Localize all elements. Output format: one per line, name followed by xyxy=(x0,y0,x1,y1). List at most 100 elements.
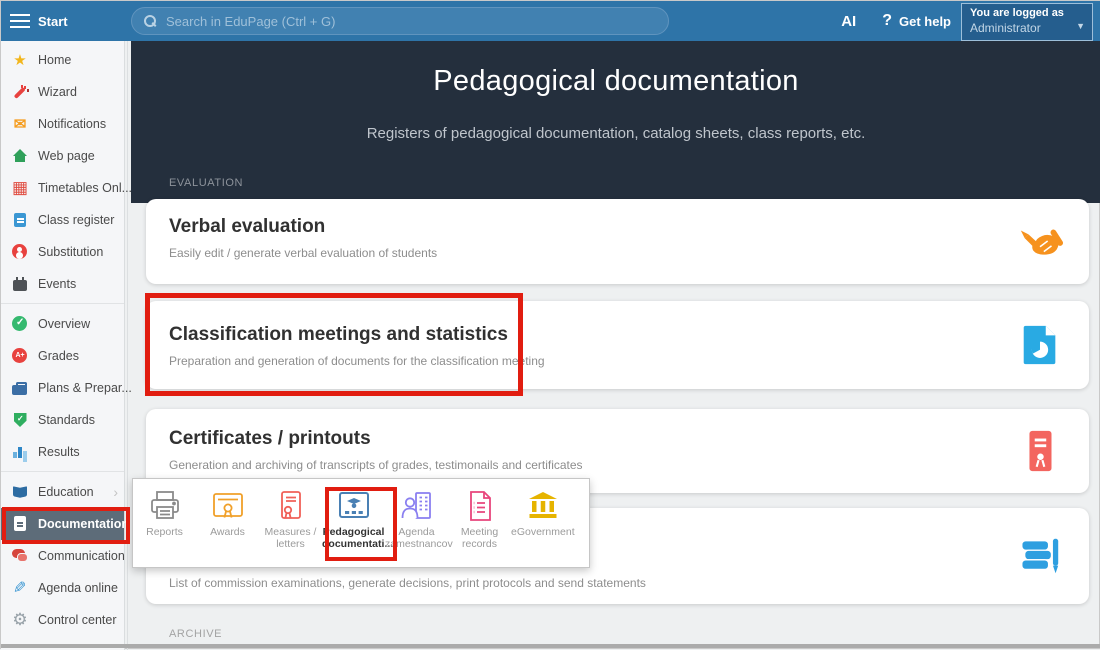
popup-item-awards[interactable]: Awards xyxy=(196,488,259,567)
section-label-evaluation: EVALUATION xyxy=(169,177,243,189)
chevron-right-icon: › xyxy=(113,485,118,499)
check-circle-icon xyxy=(11,315,29,333)
sidebar-item-substitution[interactable]: Substitution xyxy=(1,236,124,268)
get-help-button[interactable]: ? Get help xyxy=(882,12,951,30)
hamburger-menu-icon[interactable] xyxy=(10,14,30,28)
card-subtitle: Easily edit / generate verbal evaluation… xyxy=(169,246,1089,260)
sidebar-item-grades[interactable]: Grades xyxy=(1,340,124,372)
sidebar-item-class-register[interactable]: Class register xyxy=(1,204,124,236)
sidebar-item-events[interactable]: Events xyxy=(1,268,124,300)
pen-icon xyxy=(11,579,29,597)
card-title: Classification meetings and statistics xyxy=(169,324,1089,346)
topbar: Start AI ? Get help You are logged as Ad… xyxy=(1,1,1100,41)
sidebar-item-control-center[interactable]: Control center xyxy=(1,604,124,636)
measures-letter-icon xyxy=(273,488,309,524)
sidebar-item-label: Overview xyxy=(38,317,90,331)
person-icon xyxy=(11,243,29,261)
card-subtitle: Generation and archiving of transcripts … xyxy=(169,458,1089,472)
sidebar-item-label: Timetables Onl... xyxy=(38,181,132,195)
popup-item-label: Agenda zamestnancov xyxy=(385,527,448,550)
sidebar-item-label: Agenda online xyxy=(38,581,118,595)
logged-as-label: You are logged as xyxy=(970,7,1084,19)
magic-wand-icon xyxy=(11,83,29,101)
books-pencil-icon xyxy=(1017,533,1063,579)
sidebar-item-label: Plans & Prepar... xyxy=(38,381,132,395)
sidebar-divider xyxy=(1,303,124,304)
sidebar-item-notifications[interactable]: Notifications xyxy=(1,108,124,140)
sidebar-item-timetables[interactable]: Timetables Onl... xyxy=(1,172,124,204)
popup-item-agenda-zamestnancov[interactable]: Agenda zamestnancov xyxy=(385,488,448,567)
sidebar-item-standards[interactable]: Standards xyxy=(1,404,124,436)
sidebar-item-label: Notifications xyxy=(38,117,106,131)
sidebar-item-label: Control center xyxy=(38,613,117,627)
sidebar-item-communication[interactable]: Communication › xyxy=(1,540,124,572)
calendar-icon xyxy=(11,275,29,293)
printer-icon xyxy=(147,488,183,524)
sidebar-scroll-track[interactable] xyxy=(127,41,128,650)
open-book-icon xyxy=(11,483,29,501)
topbar-right: AI ? Get help xyxy=(841,1,951,41)
document-icon xyxy=(11,515,29,533)
certificate-icon xyxy=(1017,428,1063,474)
popup-item-label: Reports xyxy=(133,527,196,539)
sidebar-item-documentation[interactable]: Documentation ◄ xyxy=(1,508,124,540)
chevron-down-icon: ▼ xyxy=(1076,21,1085,31)
sidebar-item-label: Communication xyxy=(38,549,125,563)
card-subtitle: List of commission examinations, generat… xyxy=(169,576,646,590)
documentation-flyout: Reports Awards Measures / letters Pedago… xyxy=(132,478,590,568)
card-subtitle: Preparation and generation of documents … xyxy=(169,354,1089,368)
search-input[interactable] xyxy=(166,14,646,29)
house-icon xyxy=(11,147,29,165)
person-building-icon xyxy=(399,488,435,524)
sidebar: Home Wizard Notifications Web page Timet… xyxy=(1,41,125,650)
sidebar-item-label: Results xyxy=(38,445,80,459)
gear-icon xyxy=(11,611,29,629)
page-header: Pedagogical documentation Registers of p… xyxy=(131,41,1100,203)
ai-button[interactable]: AI xyxy=(841,13,856,30)
star-icon xyxy=(11,51,29,69)
award-certificate-icon xyxy=(210,488,246,524)
sidebar-item-label: Home xyxy=(38,53,71,67)
popup-item-label: Awards xyxy=(196,527,259,539)
window-bottom-edge xyxy=(1,644,1100,648)
notebook-icon xyxy=(11,211,29,229)
sidebar-item-education[interactable]: Education › xyxy=(1,476,124,508)
sidebar-item-plans[interactable]: Plans & Prepar... xyxy=(1,372,124,404)
search-box[interactable] xyxy=(131,7,669,35)
card-classification-meetings[interactable]: Classification meetings and statistics P… xyxy=(146,301,1089,389)
sidebar-item-label: Wizard xyxy=(38,85,77,99)
sidebar-item-label: Education xyxy=(38,485,94,499)
popup-item-meeting-records[interactable]: Meeting records xyxy=(448,488,511,567)
popup-item-label: Measures / letters xyxy=(259,527,322,550)
popup-item-measures-letters[interactable]: Measures / letters xyxy=(259,488,322,567)
popup-item-egovernment[interactable]: eGovernment xyxy=(511,488,574,567)
get-help-label: Get help xyxy=(899,14,951,29)
card-title: Certificates / printouts xyxy=(169,428,1089,450)
briefcase-icon xyxy=(11,379,29,397)
sidebar-item-overview[interactable]: Overview xyxy=(1,308,124,340)
sidebar-item-wizard[interactable]: Wizard xyxy=(1,76,124,108)
user-menu[interactable]: You are logged as Administrator ▼ xyxy=(961,3,1093,41)
envelope-icon xyxy=(11,115,29,133)
grade-circle-icon xyxy=(11,347,29,365)
popup-item-label: Pedagogical documentati... xyxy=(322,527,385,550)
sidebar-item-web-page[interactable]: Web page xyxy=(1,140,124,172)
sidebar-item-home[interactable]: Home xyxy=(1,44,124,76)
card-verbal-evaluation[interactable]: Verbal evaluation Easily edit / generate… xyxy=(146,199,1089,284)
popup-item-reports[interactable]: Reports xyxy=(133,488,196,567)
start-button[interactable]: Start xyxy=(38,14,68,29)
pedagogical-documentation-icon xyxy=(336,488,372,524)
popup-item-pedagogical-documentation[interactable]: Pedagogical documentati... xyxy=(322,488,385,567)
page-title: Pedagogical documentation xyxy=(131,65,1100,98)
sidebar-item-results[interactable]: Results xyxy=(1,436,124,468)
sidebar-item-agenda-online[interactable]: Agenda online xyxy=(1,572,124,604)
sidebar-item-label: Standards xyxy=(38,413,95,427)
sidebar-item-label: Events xyxy=(38,277,76,291)
sidebar-item-label: Web page xyxy=(38,149,95,163)
chat-bubbles-icon xyxy=(11,547,29,565)
sidebar-item-label: Substitution xyxy=(38,245,103,259)
sidebar-item-label: Grades xyxy=(38,349,79,363)
sidebar-item-label: Class register xyxy=(38,213,114,227)
section-label-archive: ARCHIVE xyxy=(169,628,222,640)
question-mark-icon: ? xyxy=(882,12,892,30)
